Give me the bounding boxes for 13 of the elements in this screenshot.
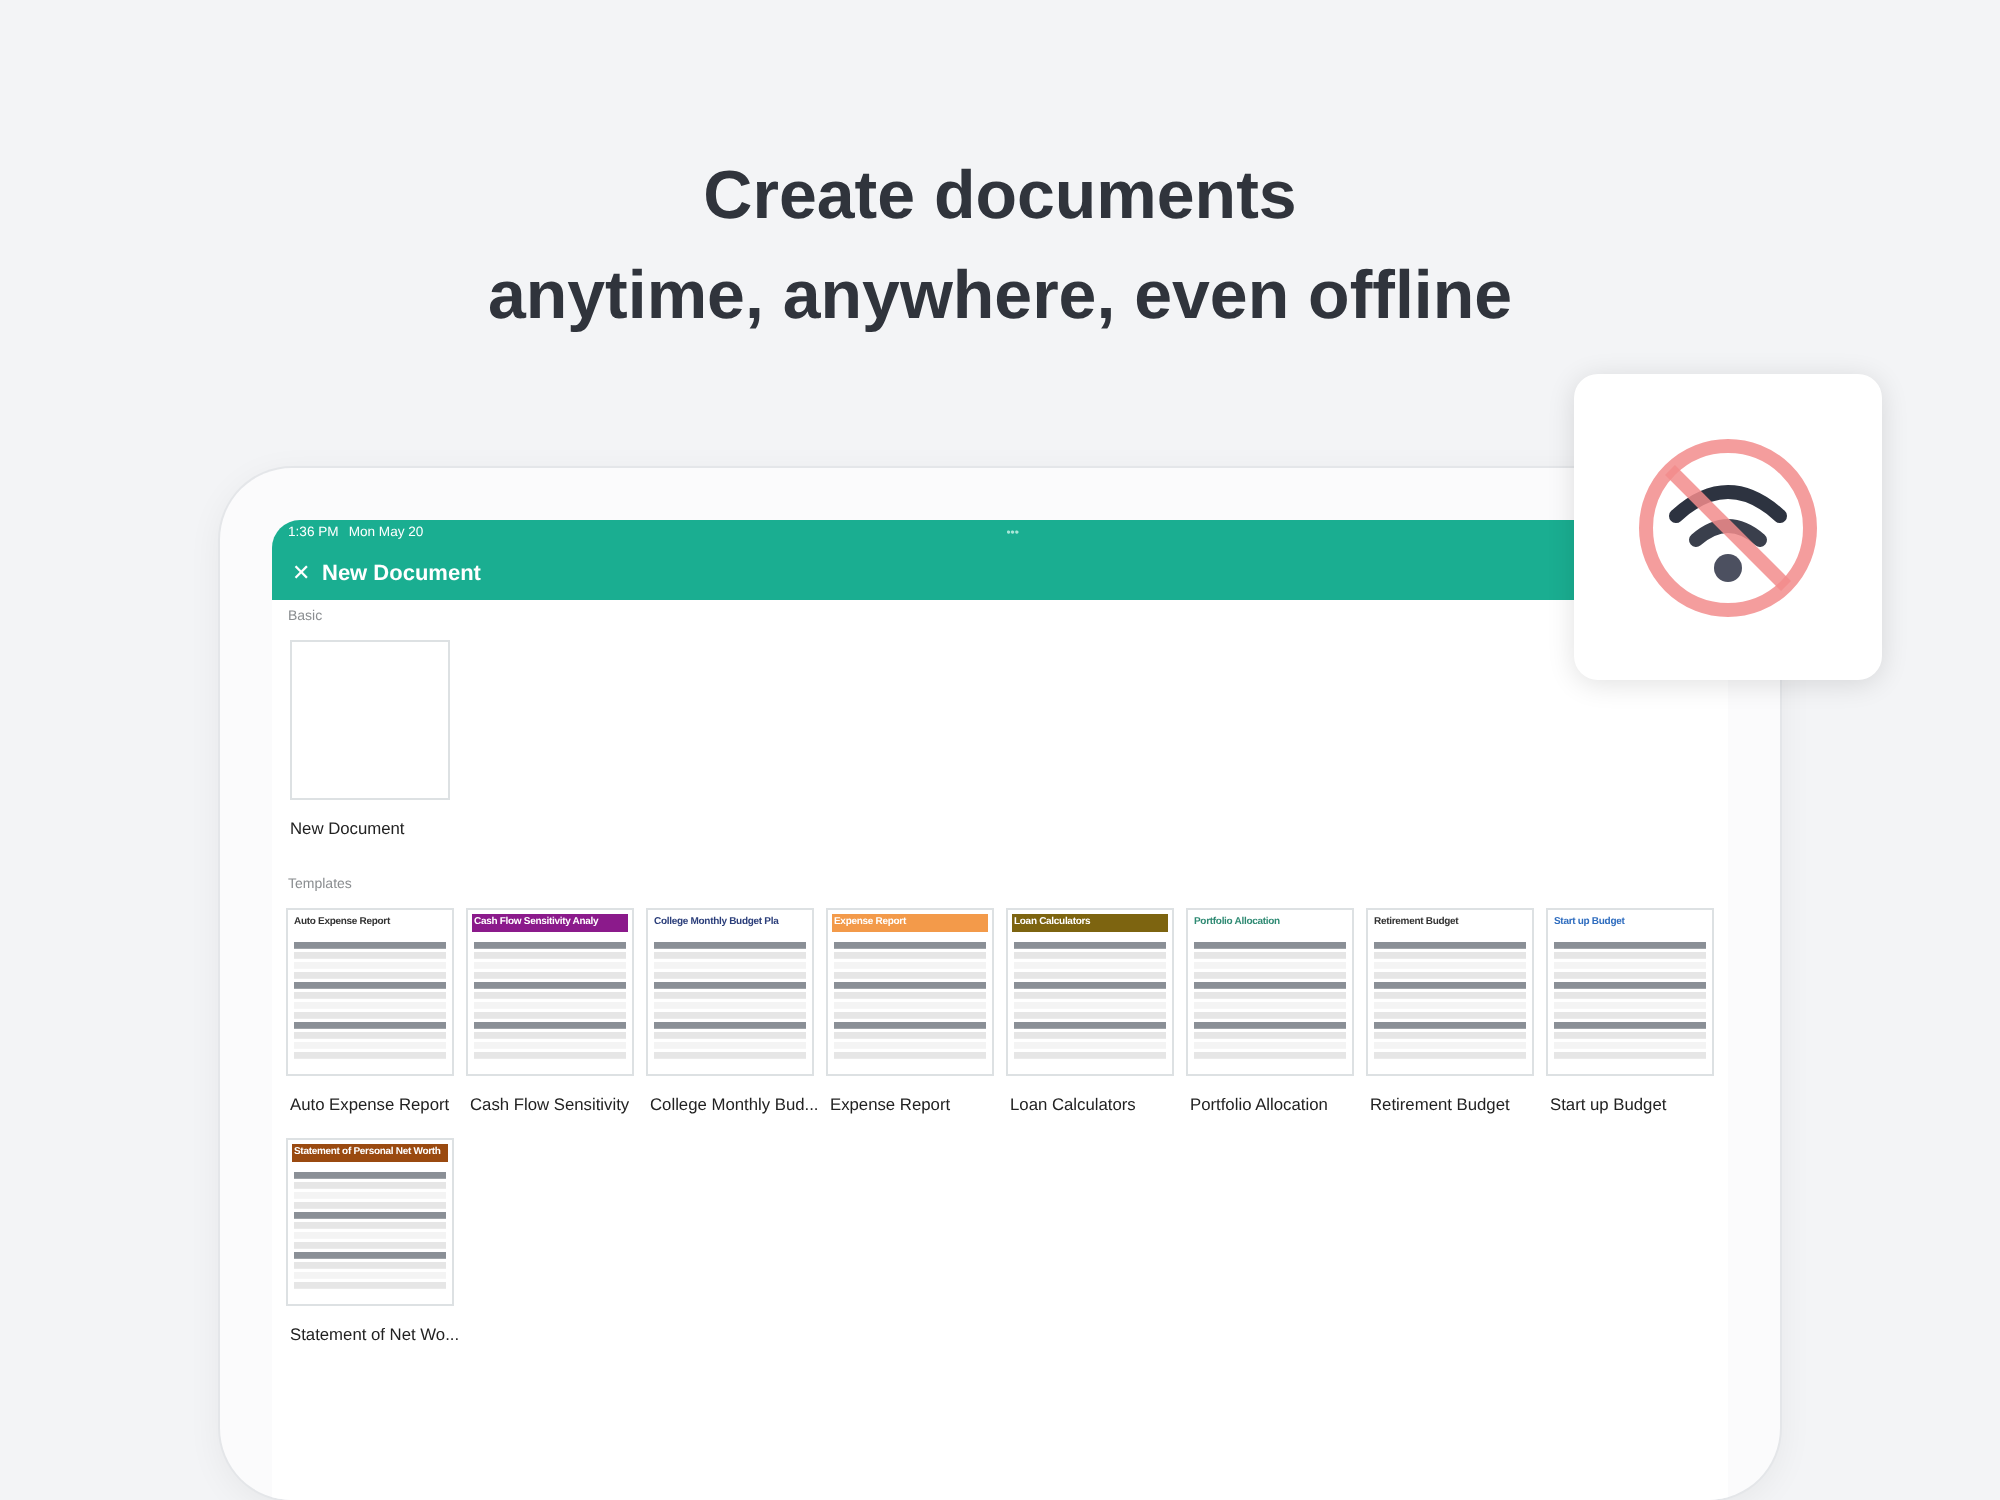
template-name: Auto Expense Report [290,1094,450,1114]
template-name: Loan Calculators [1010,1094,1138,1114]
headline: Create documents [703,156,1297,238]
template-name: New Document [290,818,407,838]
template-name: Portfolio Allocation [1190,1094,1330,1114]
screen-title: New Document [322,561,481,585]
template-name: Cash Flow Sensitivity [470,1094,630,1114]
no-wifi-icon [1636,435,1820,619]
template-name: Retirement Budget [1370,1094,1512,1114]
template-thumbnail[interactable] [290,640,450,800]
template-name: Expense Report [830,1094,953,1114]
headline: anytime, anywhere, even offline [487,256,1513,338]
template-name: Start up Budget [1550,1094,1669,1114]
